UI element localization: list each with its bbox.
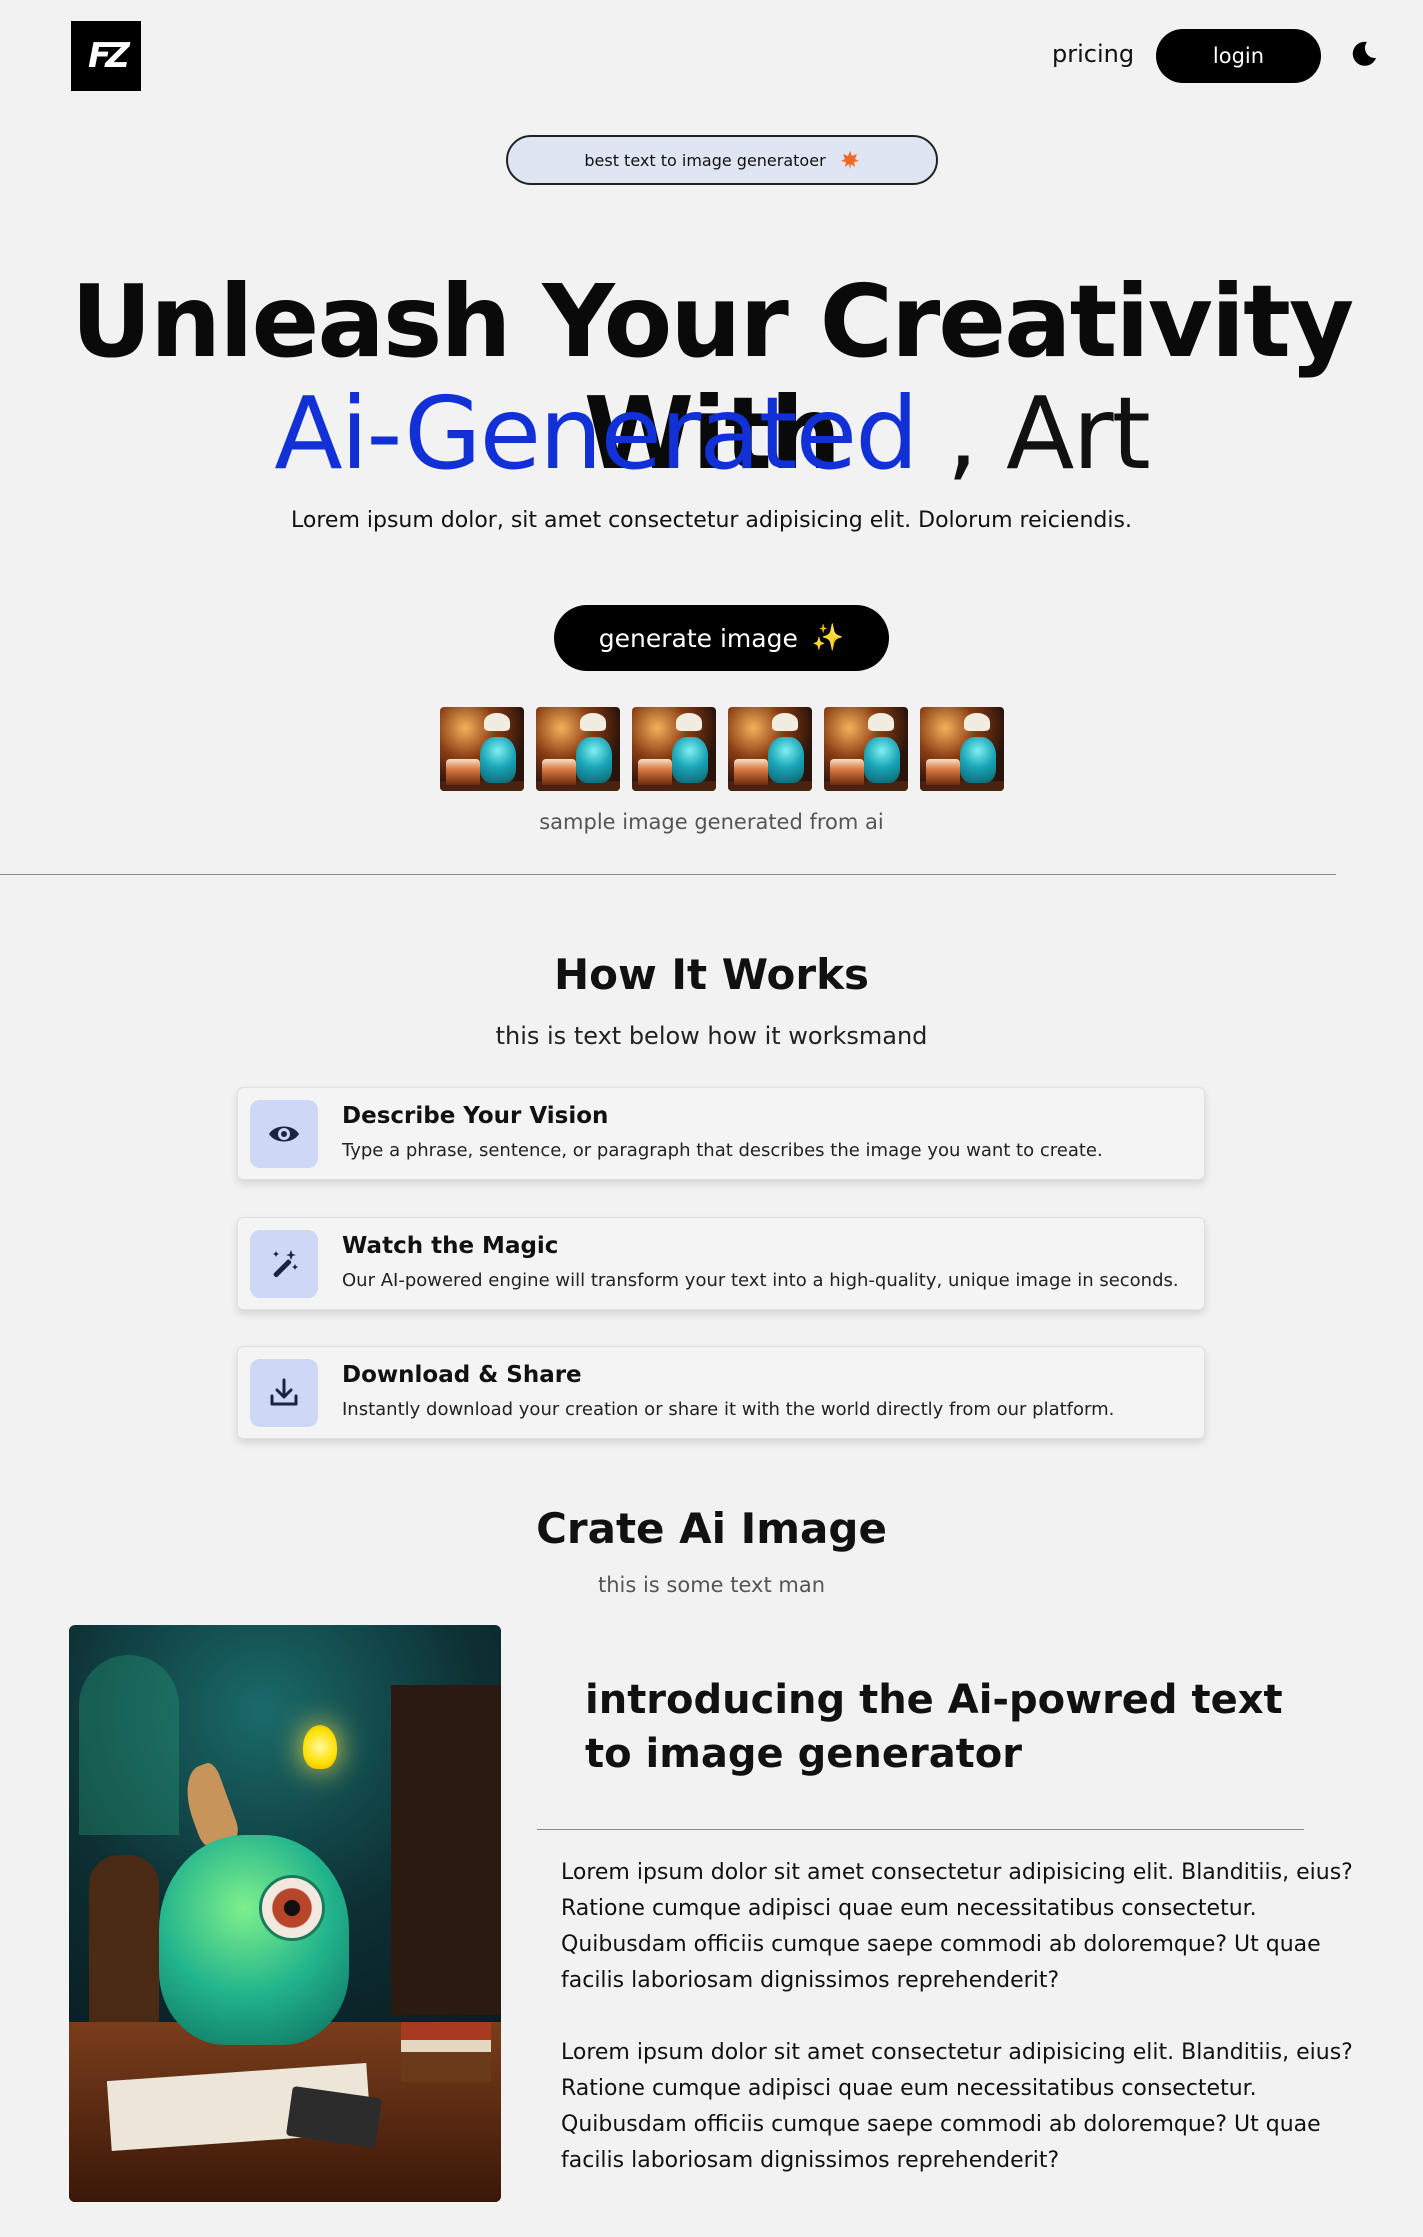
- step-description: Type a phrase, sentence, or paragraph th…: [342, 1140, 1103, 1161]
- sample-thumbnail[interactable]: [440, 707, 524, 791]
- step-card-describe: Describe Your Vision Type a phrase, sent…: [237, 1087, 1205, 1180]
- hero-subtitle: Lorem ipsum dolor, sit amet consectetur …: [291, 508, 1132, 533]
- nav-pricing-link[interactable]: pricing: [1052, 40, 1134, 68]
- thumbnails-caption: sample image generated from ai: [539, 810, 884, 834]
- step-card-magic: Watch the Magic Our AI-powered engine wi…: [237, 1217, 1205, 1310]
- intro-title: introducing the Ai-powred text to image …: [585, 1677, 1283, 1777]
- magic-wand-icon: [250, 1230, 318, 1298]
- sample-thumbnail[interactable]: [728, 707, 812, 791]
- logo[interactable]: FZ: [71, 21, 141, 91]
- intro-paragraph: Lorem ipsum dolor sit amet consectetur a…: [561, 2040, 1353, 2173]
- section-divider: [0, 874, 1336, 875]
- intro-paragraph: Lorem ipsum dolor sit amet consectetur a…: [561, 1860, 1353, 1993]
- sample-thumbnail[interactable]: [536, 707, 620, 791]
- logo-mark: FZ: [79, 29, 133, 83]
- create-section-subtitle: this is some text man: [597, 1573, 826, 1597]
- step-card-download: Download & Share Instantly download your…: [237, 1346, 1205, 1439]
- eye-icon: [250, 1100, 318, 1168]
- login-button[interactable]: login: [1156, 29, 1321, 83]
- step-description: Our AI-powered engine will transform you…: [342, 1270, 1179, 1291]
- content-divider: [537, 1829, 1304, 1830]
- download-icon: [250, 1359, 318, 1427]
- step-title: Describe Your Vision: [342, 1103, 609, 1129]
- hero-title-rest: , Art: [916, 375, 1150, 492]
- create-section-title: Crate Ai Image: [536, 1504, 887, 1553]
- logo-text: FZ: [88, 36, 130, 76]
- hero-title-line2: Ai-Generated , Art: [0, 378, 1423, 490]
- sample-thumbnail[interactable]: [824, 707, 908, 791]
- badge-text: best text to image generatoer: [584, 150, 826, 170]
- generate-image-button[interactable]: generate image ✨: [554, 605, 889, 671]
- sample-thumbnail[interactable]: [632, 707, 716, 791]
- step-title: Watch the Magic: [342, 1233, 559, 1259]
- feature-image: [69, 1625, 501, 2202]
- hero-badge: best text to image generatoer: [506, 135, 938, 185]
- generate-image-label: generate image: [598, 623, 798, 653]
- step-description: Instantly download your creation or shar…: [342, 1399, 1115, 1420]
- moon-icon[interactable]: [1350, 40, 1378, 68]
- sparkles-icon: ✨: [811, 623, 845, 653]
- step-title: Download & Share: [342, 1362, 582, 1388]
- sample-thumbnail[interactable]: [920, 707, 1004, 791]
- sample-thumbnails: [440, 707, 1004, 791]
- hero-title-accent: Ai-Generated: [274, 375, 918, 492]
- how-it-works-subtitle: this is text below how it worksmand: [495, 1022, 928, 1050]
- maple-leaf-icon: [840, 151, 859, 169]
- how-it-works-title: How It Works: [553, 950, 870, 999]
